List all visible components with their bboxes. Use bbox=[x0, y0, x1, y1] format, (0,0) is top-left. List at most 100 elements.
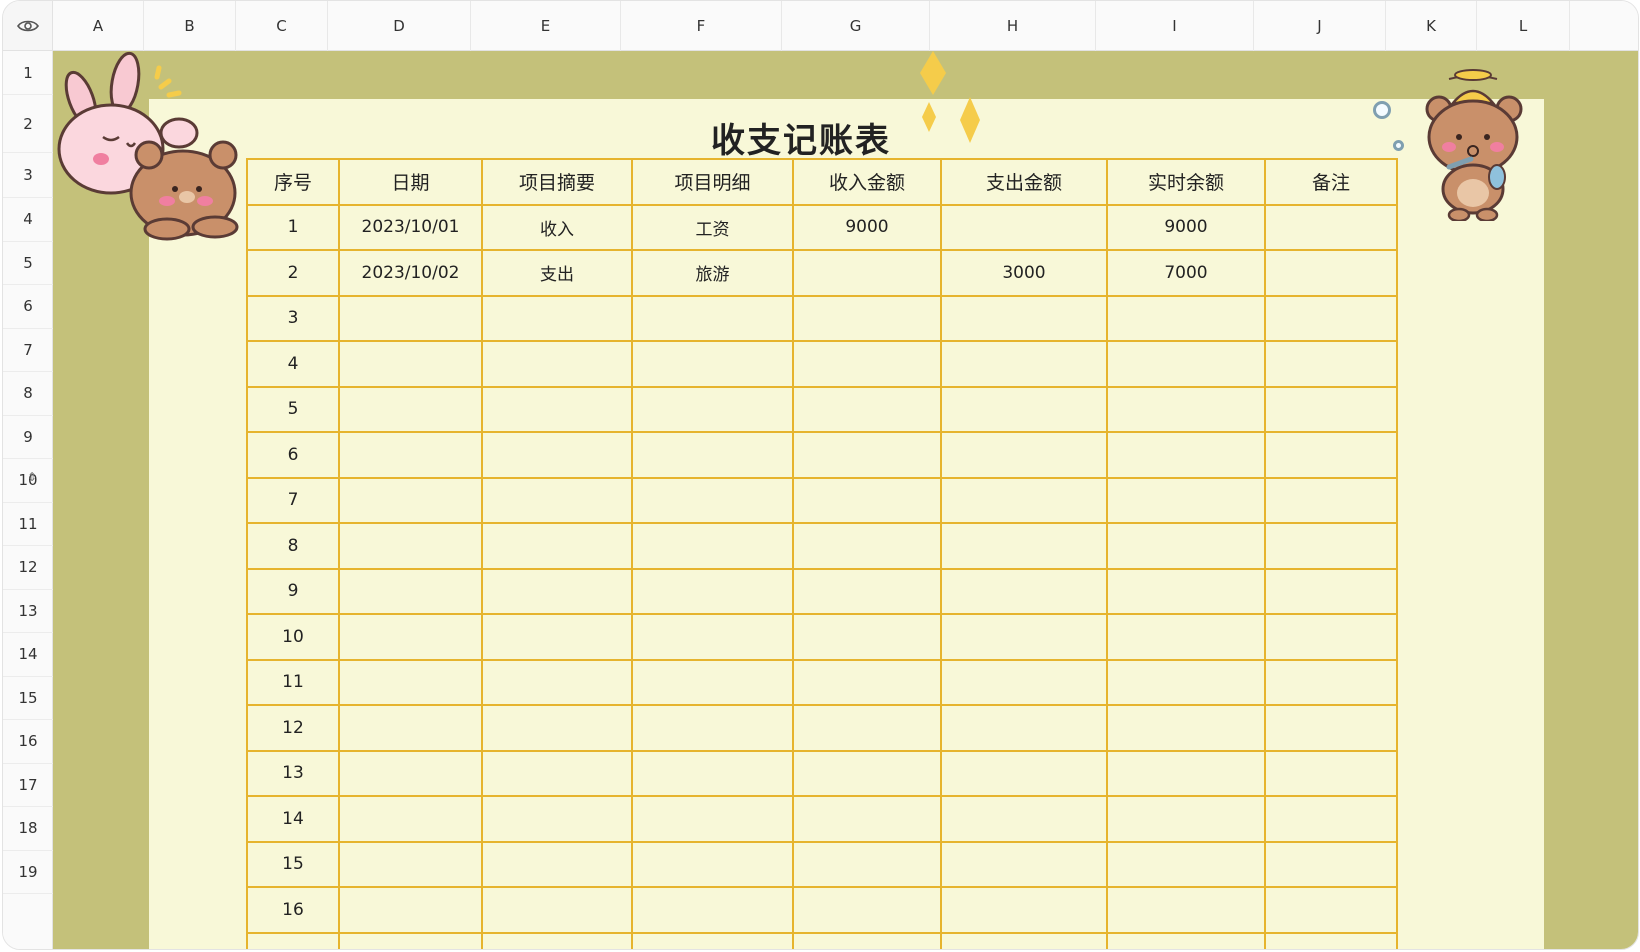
table-cell[interactable] bbox=[1106, 795, 1266, 843]
table-cell[interactable] bbox=[792, 931, 942, 949]
table-cell[interactable] bbox=[631, 431, 794, 479]
row-header-1[interactable]: 1 bbox=[3, 51, 53, 95]
table-cell[interactable] bbox=[1106, 476, 1266, 524]
table-cell[interactable] bbox=[1264, 613, 1398, 661]
table-cell[interactable]: 5 bbox=[246, 385, 340, 433]
ledger-column-header[interactable]: 备注 bbox=[1264, 158, 1398, 206]
table-cell[interactable] bbox=[338, 704, 483, 752]
table-cell[interactable] bbox=[481, 522, 633, 570]
table-cell[interactable] bbox=[631, 931, 794, 949]
column-header-h[interactable]: H bbox=[930, 1, 1096, 51]
table-cell[interactable] bbox=[1264, 294, 1398, 342]
row-header-2[interactable]: 2 bbox=[3, 95, 53, 153]
table-cell[interactable] bbox=[1264, 567, 1398, 615]
table-cell[interactable]: 3 bbox=[246, 294, 340, 342]
table-cell[interactable] bbox=[1264, 886, 1398, 934]
column-header-i[interactable]: I bbox=[1096, 1, 1254, 51]
table-cell[interactable] bbox=[792, 704, 942, 752]
select-all-corner[interactable] bbox=[3, 1, 53, 51]
table-cell[interactable] bbox=[631, 658, 794, 706]
table-cell[interactable]: 15 bbox=[246, 840, 340, 888]
table-cell[interactable] bbox=[792, 476, 942, 524]
table-cell[interactable] bbox=[940, 931, 1108, 949]
table-cell[interactable] bbox=[1106, 749, 1266, 797]
ledger-column-header[interactable]: 实时余额 bbox=[1106, 158, 1266, 206]
table-cell[interactable] bbox=[481, 795, 633, 843]
table-cell[interactable] bbox=[940, 658, 1108, 706]
ledger-column-header[interactable]: 序号 bbox=[246, 158, 340, 206]
table-cell[interactable] bbox=[481, 476, 633, 524]
table-cell[interactable] bbox=[631, 840, 794, 888]
table-cell[interactable] bbox=[1106, 340, 1266, 388]
table-cell[interactable] bbox=[631, 795, 794, 843]
table-cell[interactable] bbox=[792, 567, 942, 615]
table-cell[interactable] bbox=[940, 567, 1108, 615]
row-header-11[interactable]: 11 bbox=[3, 503, 53, 546]
table-cell[interactable] bbox=[792, 431, 942, 479]
row-header-6[interactable]: 6 bbox=[3, 285, 53, 329]
table-cell[interactable] bbox=[481, 704, 633, 752]
ledger-column-header[interactable]: 日期 bbox=[338, 158, 483, 206]
row-header-19[interactable]: 19 bbox=[3, 851, 53, 894]
table-cell[interactable]: 3000 bbox=[940, 249, 1108, 297]
table-cell[interactable]: 8 bbox=[246, 522, 340, 570]
table-cell[interactable] bbox=[940, 340, 1108, 388]
table-cell[interactable]: 9000 bbox=[1106, 203, 1266, 251]
table-cell[interactable] bbox=[1106, 294, 1266, 342]
table-cell[interactable] bbox=[338, 385, 483, 433]
table-cell[interactable] bbox=[481, 749, 633, 797]
table-cell[interactable] bbox=[481, 658, 633, 706]
table-cell[interactable] bbox=[1264, 522, 1398, 570]
table-cell[interactable] bbox=[940, 886, 1108, 934]
table-cell[interactable]: 旅游 bbox=[631, 249, 794, 297]
table-cell[interactable] bbox=[940, 294, 1108, 342]
table-cell[interactable]: 工资 bbox=[631, 203, 794, 251]
table-cell[interactable] bbox=[481, 840, 633, 888]
row-header-13[interactable]: 13 bbox=[3, 590, 53, 633]
table-cell[interactable] bbox=[940, 431, 1108, 479]
row-header-4[interactable]: 4 bbox=[3, 198, 53, 242]
table-cell[interactable] bbox=[631, 294, 794, 342]
table-cell[interactable] bbox=[631, 567, 794, 615]
table-cell[interactable] bbox=[1106, 431, 1266, 479]
table-cell[interactable] bbox=[1106, 658, 1266, 706]
table-cell[interactable] bbox=[1264, 658, 1398, 706]
table-cell[interactable] bbox=[792, 795, 942, 843]
row-header-15[interactable]: 15 bbox=[3, 677, 53, 720]
column-header-k[interactable]: K bbox=[1386, 1, 1477, 51]
row-header-3[interactable]: 3 bbox=[3, 153, 53, 198]
table-cell[interactable] bbox=[940, 704, 1108, 752]
column-header-g[interactable]: G bbox=[782, 1, 930, 51]
table-cell[interactable] bbox=[1106, 886, 1266, 934]
table-cell[interactable]: 收入 bbox=[481, 203, 633, 251]
table-cell[interactable] bbox=[481, 431, 633, 479]
table-cell[interactable] bbox=[481, 613, 633, 661]
table-cell[interactable] bbox=[631, 340, 794, 388]
table-cell[interactable] bbox=[1264, 704, 1398, 752]
table-cell[interactable] bbox=[338, 294, 483, 342]
table-cell[interactable] bbox=[1106, 931, 1266, 949]
table-cell[interactable] bbox=[792, 294, 942, 342]
table-cell[interactable] bbox=[338, 749, 483, 797]
table-cell[interactable] bbox=[631, 704, 794, 752]
table-cell[interactable]: 支出 bbox=[481, 249, 633, 297]
column-header-l[interactable]: L bbox=[1477, 1, 1570, 51]
table-cell[interactable] bbox=[792, 886, 942, 934]
table-cell[interactable]: 7000 bbox=[1106, 249, 1266, 297]
table-cell[interactable]: 11 bbox=[246, 658, 340, 706]
table-cell[interactable] bbox=[338, 658, 483, 706]
table-cell[interactable] bbox=[1264, 476, 1398, 524]
row-header-12[interactable]: 12 bbox=[3, 546, 53, 590]
table-cell[interactable]: 2023/10/01 bbox=[338, 203, 483, 251]
table-cell[interactable]: 10 bbox=[246, 613, 340, 661]
table-cell[interactable] bbox=[338, 522, 483, 570]
table-cell[interactable]: 9 bbox=[246, 567, 340, 615]
table-cell[interactable] bbox=[792, 249, 942, 297]
table-cell[interactable] bbox=[1106, 567, 1266, 615]
table-cell[interactable]: 2 bbox=[246, 249, 340, 297]
table-cell[interactable] bbox=[940, 476, 1108, 524]
table-cell[interactable] bbox=[631, 749, 794, 797]
table-cell[interactable] bbox=[940, 522, 1108, 570]
table-cell[interactable] bbox=[792, 840, 942, 888]
table-cell[interactable] bbox=[481, 931, 633, 949]
